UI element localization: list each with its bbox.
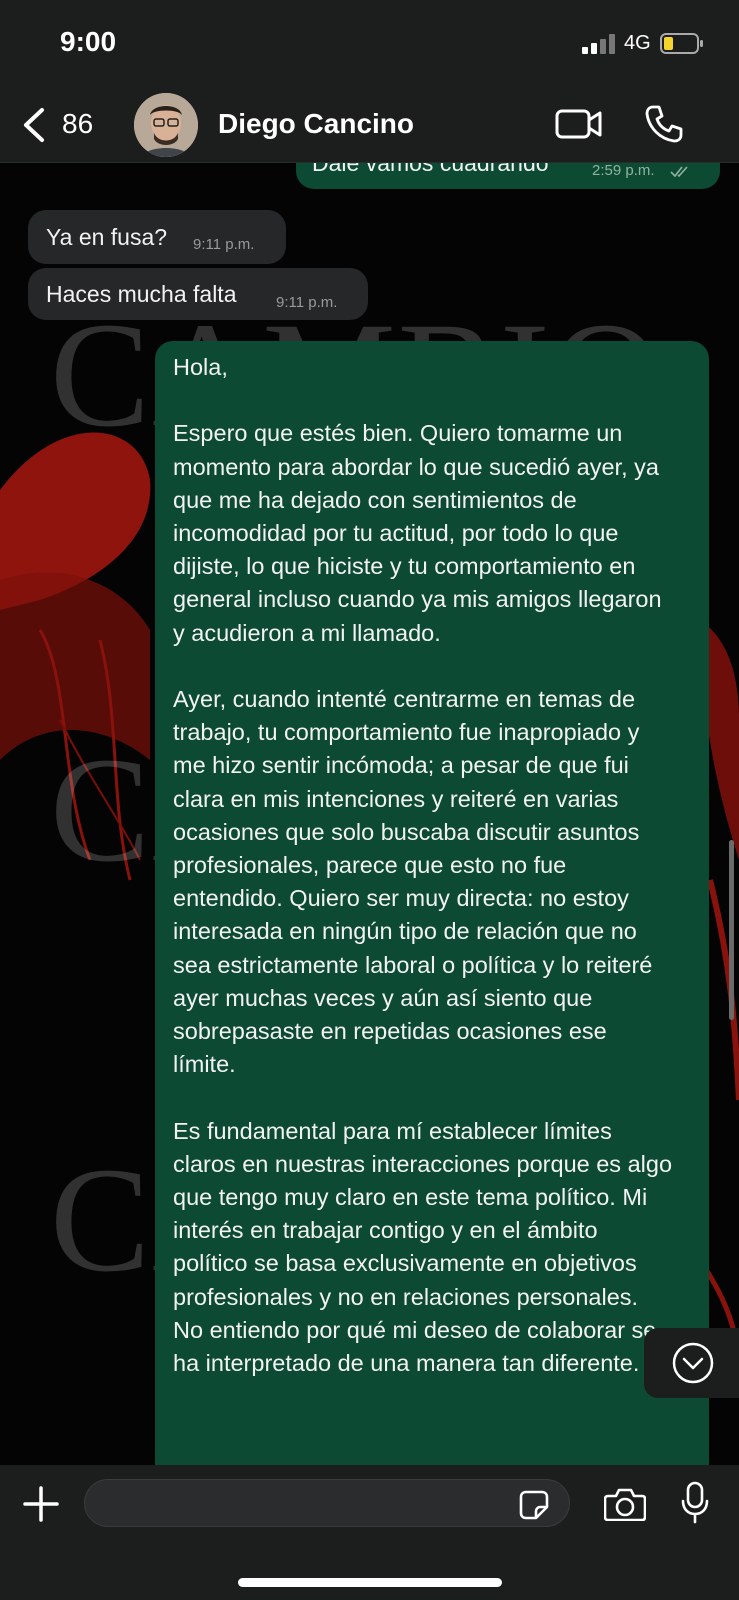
battery-icon: [660, 33, 703, 54]
message-input[interactable]: [84, 1479, 570, 1527]
message-text: Ya en fusa?: [46, 224, 168, 250]
back-chevron-icon[interactable]: [20, 106, 48, 144]
contact-name[interactable]: Diego Cancino: [218, 108, 414, 140]
contact-avatar[interactable]: [134, 93, 198, 157]
home-indicator[interactable]: [238, 1578, 502, 1587]
chat-header: 86 Diego Cancino: [0, 90, 739, 163]
signal-icon: [582, 34, 615, 54]
unread-count[interactable]: 86: [62, 108, 93, 140]
chevron-down-circle-icon: [672, 1342, 714, 1384]
scrollbar[interactable]: [729, 840, 734, 1020]
message-text: Haces mucha falta: [46, 281, 237, 307]
read-receipt-icon: [670, 166, 688, 178]
status-bar: 9:00 4G: [0, 0, 739, 90]
message-time: 2:59 p.m.: [592, 162, 655, 179]
message-bubble-outgoing[interactable]: Hola, Espero que estés bien. Quiero toma…: [155, 341, 709, 1465]
voice-call-icon[interactable]: [644, 104, 684, 144]
message-composer: [0, 1465, 739, 1600]
message-time: 9:11 p.m.: [276, 294, 338, 311]
camera-icon[interactable]: [604, 1487, 646, 1521]
plus-icon[interactable]: [22, 1485, 60, 1523]
message-text: Hola, Espero que estés bien. Quiero toma…: [173, 354, 673, 1377]
message-bubble-incoming[interactable]: Ya en fusa? 9:11 p.m.: [28, 210, 286, 264]
message-time: 9:11 p.m.: [193, 236, 255, 253]
status-time: 9:00: [60, 26, 117, 57]
network-type: 4G: [624, 32, 651, 54]
scroll-to-bottom-button[interactable]: [644, 1328, 739, 1398]
video-call-icon[interactable]: [555, 107, 603, 141]
microphone-icon[interactable]: [680, 1481, 710, 1525]
avatar-image: [134, 93, 198, 157]
message-bubble-incoming[interactable]: Haces mucha falta 9:11 p.m.: [28, 268, 368, 320]
sticker-icon[interactable]: [518, 1489, 550, 1521]
